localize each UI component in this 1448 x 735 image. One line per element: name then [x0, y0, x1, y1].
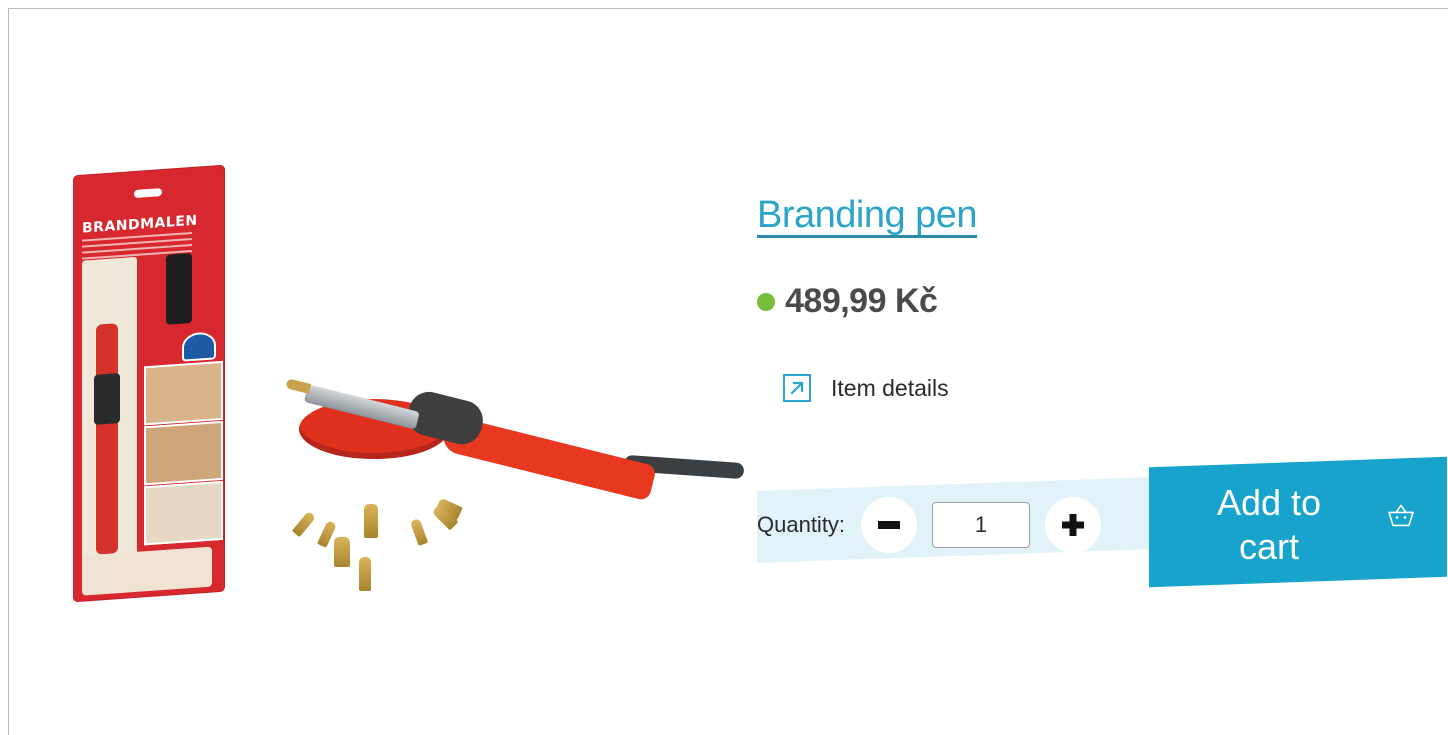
package-pen-grip — [94, 373, 120, 425]
product-title-link[interactable]: Branding pen — [757, 194, 978, 237]
stock-dot-icon — [757, 292, 775, 311]
pen-tip-attachment — [359, 557, 371, 591]
package-bottom-panel — [82, 546, 212, 596]
package-graphic: BRANDMALEN — [74, 165, 224, 602]
decrease-quantity-button[interactable] — [861, 497, 918, 553]
quantity-row: Quantity: — [757, 497, 1157, 553]
package-photo — [144, 420, 223, 486]
package-photo — [144, 480, 223, 546]
quantity-input[interactable] — [932, 502, 1031, 548]
external-link-icon — [783, 374, 811, 402]
increase-quantity-button[interactable] — [1045, 497, 1102, 553]
package-photo — [144, 360, 223, 426]
product-card: BRANDMALEN Branding pen 489,99 Kč Item d… — [8, 8, 1448, 735]
item-details-link[interactable]: Item details — [783, 374, 949, 402]
basket-icon — [1388, 504, 1414, 527]
pen-tip-attachment — [364, 504, 378, 538]
pen-tip — [285, 378, 312, 394]
pen-tip-attachment — [334, 537, 350, 567]
add-to-cart-button[interactable]: Add to cart — [1149, 456, 1447, 588]
minus-icon — [878, 521, 901, 529]
price-row: 489,99 Kč — [757, 282, 938, 321]
plus-icon — [1062, 514, 1085, 536]
package-plug — [166, 252, 192, 325]
pen-tip-attachment — [409, 518, 429, 546]
add-to-cart-label: Add to cart — [1216, 482, 1322, 568]
item-details-label: Item details — [831, 374, 949, 401]
quantity-label: Quantity: — [757, 512, 846, 537]
package-hang-hole — [134, 188, 162, 199]
product-image[interactable]: BRANDMALEN — [64, 159, 745, 619]
pen-tip-attachment — [291, 510, 317, 538]
package-pen — [96, 323, 118, 555]
package-badge — [182, 331, 216, 362]
product-price: 489,99 Kč — [785, 282, 938, 320]
